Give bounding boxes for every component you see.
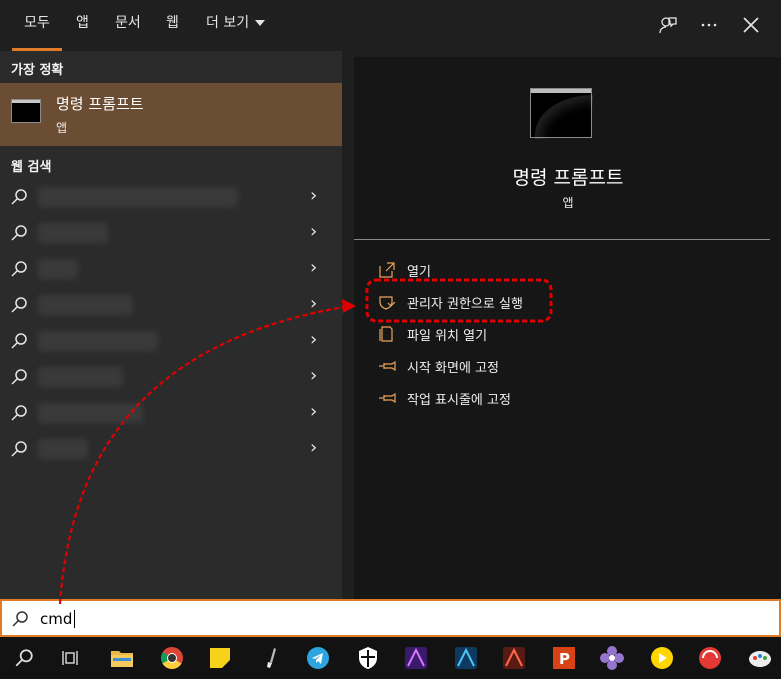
chrome-icon[interactable] <box>158 644 186 672</box>
cmd-app-icon <box>11 99 41 123</box>
close-icon[interactable] <box>739 13 763 37</box>
search-box[interactable]: cmd <box>0 599 781 637</box>
more-icon[interactable] <box>697 13 721 37</box>
blurred-text <box>38 439 88 459</box>
preview-card: 명령 프롬프트 앱 열기 관리자 권한으로 실행 파일 위치 열기 시작 화면에… <box>354 57 781 599</box>
results-pane: 가장 정확 명령 프롬프트 앱 웹 검색 › › › › › › › › <box>0 51 342 599</box>
web-result-row[interactable]: › <box>0 395 342 431</box>
file-icon <box>379 326 393 342</box>
chevron-right-icon[interactable]: › <box>310 437 317 458</box>
cmd-app-large-icon <box>530 88 592 138</box>
affinity-designer-icon[interactable] <box>452 644 480 672</box>
tab-apps[interactable]: 앱 <box>76 0 89 51</box>
search-icon[interactable] <box>10 644 38 672</box>
feedback-icon[interactable] <box>656 13 680 37</box>
best-match-heading: 가장 정확 <box>11 63 64 78</box>
chevron-right-icon[interactable]: › <box>310 401 317 422</box>
blurred-text <box>38 223 108 243</box>
chevron-right-icon[interactable]: › <box>310 221 317 242</box>
preview-app-type: 앱 <box>562 196 574 210</box>
web-search-heading: 웹 검색 <box>11 160 52 175</box>
pin-icon <box>379 392 396 404</box>
p-app-icon[interactable]: P <box>550 644 578 672</box>
chevron-right-icon[interactable]: › <box>310 365 317 386</box>
search-icon <box>11 405 27 421</box>
blurred-text <box>38 259 78 279</box>
search-icon <box>11 333 27 349</box>
best-match-name: 명령 프롬프트 <box>56 95 144 113</box>
play-icon[interactable] <box>648 644 676 672</box>
preview-app-name: 명령 프롬프트 <box>512 167 624 189</box>
best-match-item[interactable]: 명령 프롬프트 앱 <box>0 83 342 146</box>
search-input-value: cmd <box>40 610 73 628</box>
filter-tabs: 모두 앱 문서 웹 더 보기 <box>0 0 781 51</box>
tab-all-label: 모두 <box>24 15 50 31</box>
security-icon[interactable] <box>354 644 382 672</box>
text-cursor <box>74 610 76 628</box>
action-run-as-admin-label: 관리자 권한으로 실행 <box>407 297 523 312</box>
tab-more[interactable]: 더 보기 <box>206 0 266 51</box>
svg-text:P: P <box>559 650 570 668</box>
search-icon <box>12 611 28 627</box>
web-result-row[interactable]: › <box>0 179 342 215</box>
chevron-right-icon[interactable]: › <box>310 185 317 206</box>
blurred-text <box>38 295 133 315</box>
tab-all[interactable]: 모두 <box>12 0 62 51</box>
brush-icon[interactable] <box>258 644 286 672</box>
blurred-text <box>38 331 158 351</box>
action-pin-to-start-label: 시작 화면에 고정 <box>407 361 499 376</box>
tab-web-label: 웹 <box>166 15 179 31</box>
action-pin-to-taskbar-label: 작업 표시줄에 고정 <box>407 393 511 408</box>
flower-app-icon[interactable] <box>598 644 626 672</box>
action-open-label: 열기 <box>407 265 431 280</box>
task-view-icon[interactable] <box>56 644 84 672</box>
search-icon <box>11 189 27 205</box>
sticky-notes-icon[interactable] <box>206 644 234 672</box>
tab-documents[interactable]: 문서 <box>115 0 141 51</box>
web-result-row[interactable]: › <box>0 215 342 251</box>
chevron-down-icon <box>255 20 266 26</box>
divider <box>354 239 770 240</box>
web-result-row[interactable]: › <box>0 359 342 395</box>
file-explorer-icon[interactable] <box>108 644 136 672</box>
pin-icon <box>379 360 396 372</box>
tab-web[interactable]: 웹 <box>166 0 179 51</box>
best-match-type: 앱 <box>56 121 68 135</box>
search-icon <box>11 369 27 385</box>
web-result-row[interactable]: › <box>0 431 342 467</box>
blurred-text <box>38 187 238 207</box>
search-icon <box>11 261 27 277</box>
shield-icon <box>379 296 396 310</box>
affinity-publisher-icon[interactable] <box>500 644 528 672</box>
tab-more-label: 더 보기 <box>206 15 250 31</box>
affinity-photo-icon[interactable] <box>402 644 430 672</box>
chevron-right-icon[interactable]: › <box>310 293 317 314</box>
chevron-right-icon[interactable]: › <box>310 329 317 350</box>
taskbar: P <box>0 637 781 679</box>
paint-icon[interactable] <box>746 644 774 672</box>
tab-apps-label: 앱 <box>76 15 89 31</box>
search-icon <box>11 225 27 241</box>
preview-pane: 명령 프롬프트 앱 열기 관리자 권한으로 실행 파일 위치 열기 시작 화면에… <box>342 51 781 599</box>
telegram-icon[interactable] <box>304 644 332 672</box>
blurred-text <box>38 403 143 423</box>
chevron-right-icon[interactable]: › <box>310 257 317 278</box>
red-app-icon[interactable] <box>696 644 724 672</box>
search-input[interactable]: cmd <box>40 610 76 628</box>
open-icon <box>379 262 395 278</box>
web-result-row[interactable]: › <box>0 287 342 323</box>
search-icon <box>11 297 27 313</box>
web-result-row[interactable]: › <box>0 323 342 359</box>
tab-documents-label: 문서 <box>115 15 141 31</box>
search-icon <box>11 441 27 457</box>
action-open-file-location-label: 파일 위치 열기 <box>407 329 488 344</box>
blurred-text <box>38 367 123 387</box>
web-result-row[interactable]: › <box>0 251 342 287</box>
